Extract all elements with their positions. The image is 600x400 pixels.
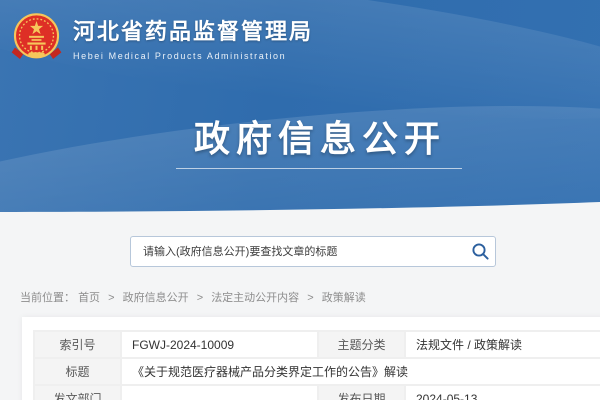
table-row: 标题 《关于规范医疗器械产品分类界定工作的公告》解读 xyxy=(34,358,600,385)
issuing-dept-value xyxy=(121,385,318,400)
page-banner-title: 政府信息公开 xyxy=(140,110,500,162)
site-logo-link[interactable]: 河北省药品监督管理局 Hebei Medical Products Admini… xyxy=(10,11,313,64)
publish-date-label: 发布日期 xyxy=(318,385,405,400)
search-input[interactable] xyxy=(131,237,465,266)
topic-category-value: 法规文件 / 政策解读 xyxy=(405,331,600,358)
title-value: 《关于规范医疗器械产品分类界定工作的公告》解读 xyxy=(121,358,600,385)
breadcrumb-item-statutory-disclosure[interactable]: 法定主动公开内容 xyxy=(211,292,299,304)
table-row: 发文部门 发布日期 2024-05-13 xyxy=(34,385,600,400)
issuing-dept-label: 发文部门 xyxy=(34,385,121,400)
document-meta-table: 索引号 FGWJ-2024-10009 主题分类 法规文件 / 政策解读 标题 … xyxy=(33,330,600,400)
breadcrumb-label: 当前位置： xyxy=(20,292,75,304)
search-button[interactable] xyxy=(465,237,495,266)
breadcrumb-separator: > xyxy=(108,292,114,304)
breadcrumb-separator: > xyxy=(197,292,203,304)
org-name-en: Hebei Medical Products Administration xyxy=(73,51,313,61)
breadcrumb: 当前位置： 首页 > 政府信息公开 > 法定主动公开内容 > 政策解读 xyxy=(20,289,366,305)
breadcrumb-item-home[interactable]: 首页 xyxy=(78,292,100,304)
search-icon xyxy=(471,242,490,261)
title-label: 标题 xyxy=(34,358,121,385)
banner-title-underline xyxy=(176,168,462,169)
index-number-label: 索引号 xyxy=(34,331,121,358)
banner-bottom-curve xyxy=(0,199,600,212)
breadcrumb-item-gov-info[interactable]: 政府信息公开 xyxy=(123,292,189,304)
site-header-banner: 河北省药品监督管理局 Hebei Medical Products Admini… xyxy=(0,0,600,212)
document-detail-card: 索引号 FGWJ-2024-10009 主题分类 法规文件 / 政策解读 标题 … xyxy=(22,317,600,400)
publish-date-value: 2024-05-13 xyxy=(405,385,600,400)
breadcrumb-item-policy-interpretation[interactable]: 政策解读 xyxy=(322,292,366,304)
breadcrumb-separator: > xyxy=(307,292,313,304)
topic-category-label: 主题分类 xyxy=(318,331,405,358)
table-row: 索引号 FGWJ-2024-10009 主题分类 法规文件 / 政策解读 xyxy=(34,331,600,358)
national-emblem-icon xyxy=(10,11,63,64)
index-number-value: FGWJ-2024-10009 xyxy=(121,331,318,358)
site-title-group: 河北省药品监督管理局 Hebei Medical Products Admini… xyxy=(73,14,313,61)
article-search-box xyxy=(130,236,496,267)
org-name-zh: 河北省药品监督管理局 xyxy=(73,14,313,46)
